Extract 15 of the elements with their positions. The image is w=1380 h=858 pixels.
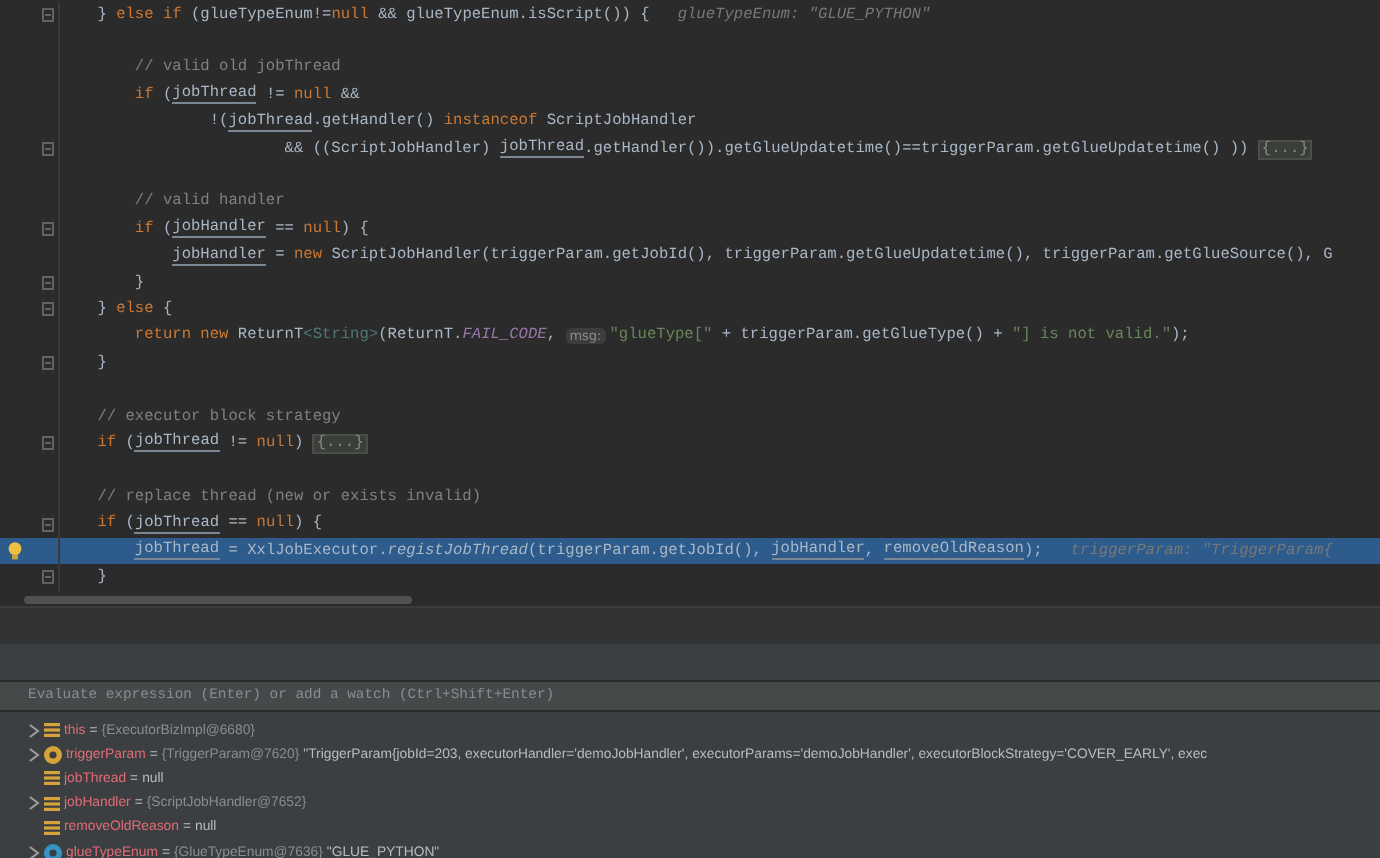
- fold-icon[interactable]: [42, 570, 54, 585]
- fold-icon[interactable]: [42, 8, 54, 23]
- field-list-icon: [44, 722, 60, 739]
- fold-icon[interactable]: [42, 517, 54, 532]
- field-list-icon: [44, 770, 60, 787]
- parameter-icon: [44, 745, 62, 764]
- fold-icon[interactable]: [42, 142, 54, 157]
- fold-icon[interactable]: [42, 436, 54, 451]
- field-list-icon: [44, 795, 60, 812]
- fold-icon[interactable]: [42, 302, 54, 317]
- lightbulb-icon[interactable]: [8, 542, 22, 560]
- fold-icon[interactable]: [42, 222, 54, 237]
- field-list-icon: [44, 819, 60, 836]
- fold-icon[interactable]: [42, 276, 54, 291]
- fold-icon[interactable]: [42, 356, 54, 371]
